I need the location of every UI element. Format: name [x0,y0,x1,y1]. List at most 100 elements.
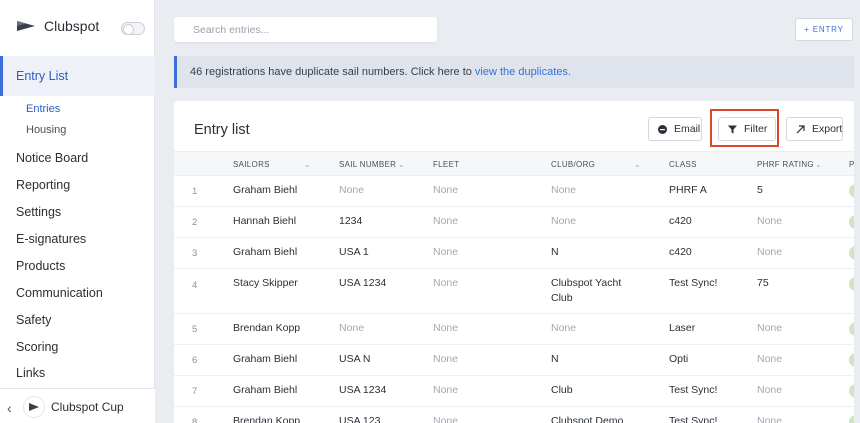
sidebar-subitem-housing[interactable]: Housing [26,124,66,136]
column-header-class[interactable]: CLASS [669,160,697,169]
sail-number: None [339,322,365,334]
banner-message: 46 registrations have duplicate sail num… [190,66,475,78]
sailor-name: Brendan Kopp [233,322,301,334]
phrf-rating: None [757,384,783,396]
class: PHRF A [669,184,707,196]
theme-toggle[interactable] [121,22,145,35]
column-header-sailors[interactable]: SAILORS [233,160,270,169]
club-logo [24,397,44,417]
page-title: Entry list [194,122,250,138]
row-number: 2 [192,217,198,228]
fleet: None [433,277,459,289]
row-number: 4 [192,280,198,291]
sidebar-item-links[interactable]: Links [16,366,45,380]
table-row[interactable]: 7 Graham Biehl USA 1234 None Club Test S… [174,376,854,407]
phrf-rating: None [757,415,783,423]
sailor-name: Graham Biehl [233,353,298,365]
fleet: None [433,215,459,227]
club-name: Clubspot Cup [51,400,124,414]
add-entry-button[interactable]: + ENTRY [795,18,853,41]
sailor-name: Graham Biehl [233,384,298,396]
view-duplicates-link[interactable]: view the duplicates. [475,66,571,78]
chevron-down-icon[interactable]: ⌄ [634,160,641,169]
fleet: None [433,353,459,365]
column-header-fleet[interactable]: FLEET [433,160,459,169]
class: Test Sync! [669,415,718,423]
status-badge [849,215,854,229]
club-org: N [551,353,559,365]
status-badge [849,415,854,423]
sail-number: None [339,184,365,196]
column-header-phrf-rating[interactable]: PHRF RATING [757,160,814,169]
sailor-name: Brendan Kopp [233,415,301,423]
status-badge [849,246,854,260]
row-number: 3 [192,248,198,259]
sidebar: Clubspot Entry List Entries Housing Noti… [0,0,155,423]
phrf-rating: None [757,246,783,258]
email-icon [658,124,667,134]
sidebar-item-reporting[interactable]: Reporting [16,178,70,192]
sail-number: USA 1234 [339,277,387,289]
table-row[interactable]: 5 Brendan Kopp None None None Laser None [174,314,854,345]
column-header-truncated[interactable]: P [849,160,854,169]
brand[interactable]: Clubspot [16,18,99,34]
export-button[interactable]: Export [786,117,843,141]
club-org: None [551,184,577,196]
table-row[interactable]: 8 Brendan Kopp USA 123 None Clubspot Dem… [174,407,854,423]
arrow-up-right-icon [796,124,805,134]
sail-number: 1234 [339,215,363,227]
sailor-name: Stacy Skipper [233,277,298,289]
column-header-club-org[interactable]: CLUB/ORG [551,160,595,169]
table-row[interactable]: 6 Graham Biehl USA N None N Opti None [174,345,854,376]
chevron-down-icon[interactable]: ⌄ [304,160,311,169]
club-org: Clubspot Demo [551,415,624,423]
status-badge [849,353,854,367]
sail-number: USA 1 [339,246,369,258]
sidebar-item-safety[interactable]: Safety [16,313,51,327]
class: Laser [669,322,696,334]
fleet: None [433,415,459,423]
club-org: Club [551,384,573,396]
sidebar-item-settings[interactable]: Settings [16,205,61,219]
sidebar-item-label: Entry List [16,69,69,83]
row-number: 7 [192,386,198,397]
club-org: N [551,246,559,258]
phrf-rating: None [757,353,783,365]
sidebar-item-notice-board[interactable]: Notice Board [16,151,88,165]
entry-list-card: Entry list Email Filter Export SAILORS ⌄… [174,101,854,423]
search-input[interactable] [174,17,437,42]
chevron-left-icon[interactable]: ‹ [7,400,12,416]
banner-text: 46 registrations have duplicate sail num… [190,66,571,78]
row-number: 8 [192,417,198,423]
duplicate-warning-banner[interactable]: 46 registrations have duplicate sail num… [174,56,854,88]
table-row[interactable]: 4 Stacy Skipper USA 1234 None Clubspot Y… [174,269,854,314]
sailor-name: Hannah Biehl [233,215,297,227]
fleet: None [433,384,459,396]
column-header-sail-number[interactable]: SAIL NUMBER [339,160,396,169]
club-org: None [551,215,577,227]
sidebar-item-entry-list[interactable]: Entry List [0,56,155,96]
sidebar-item-scoring[interactable]: Scoring [16,340,58,354]
sidebar-subitem-entries[interactable]: Entries [26,103,60,115]
export-button-label: Export [812,123,843,135]
sailor-name: Graham Biehl [233,246,298,258]
chevron-down-icon[interactable]: ⌄ [815,160,822,169]
status-badge [849,322,854,336]
table-row[interactable]: 2 Hannah Biehl 1234 None None c420 None [174,207,854,238]
club-org: Clubspot Yacht Club [551,277,622,304]
fleet: None [433,322,459,334]
club-switcher[interactable]: ‹ Clubspot Cup [0,388,155,423]
table-row[interactable]: 1 Graham Biehl None None None PHRF A 5 [174,176,854,207]
class: Test Sync! [669,384,718,396]
fleet: None [433,184,459,196]
phrf-rating: None [757,215,783,227]
phrf-rating: None [757,322,783,334]
table-row[interactable]: 3 Graham Biehl USA 1 None N c420 None [174,238,854,269]
sidebar-item-communication[interactable]: Communication [16,286,103,300]
email-button[interactable]: Email [648,117,702,141]
table-header: SAILORS ⌄ SAIL NUMBER ⌄ FLEET CLUB/ORG ⌄… [174,151,854,176]
sidebar-item-e-signatures[interactable]: E-signatures [16,232,86,246]
row-number: 5 [192,324,198,335]
sidebar-item-products[interactable]: Products [16,259,65,273]
chevron-down-icon[interactable]: ⌄ [398,160,405,169]
